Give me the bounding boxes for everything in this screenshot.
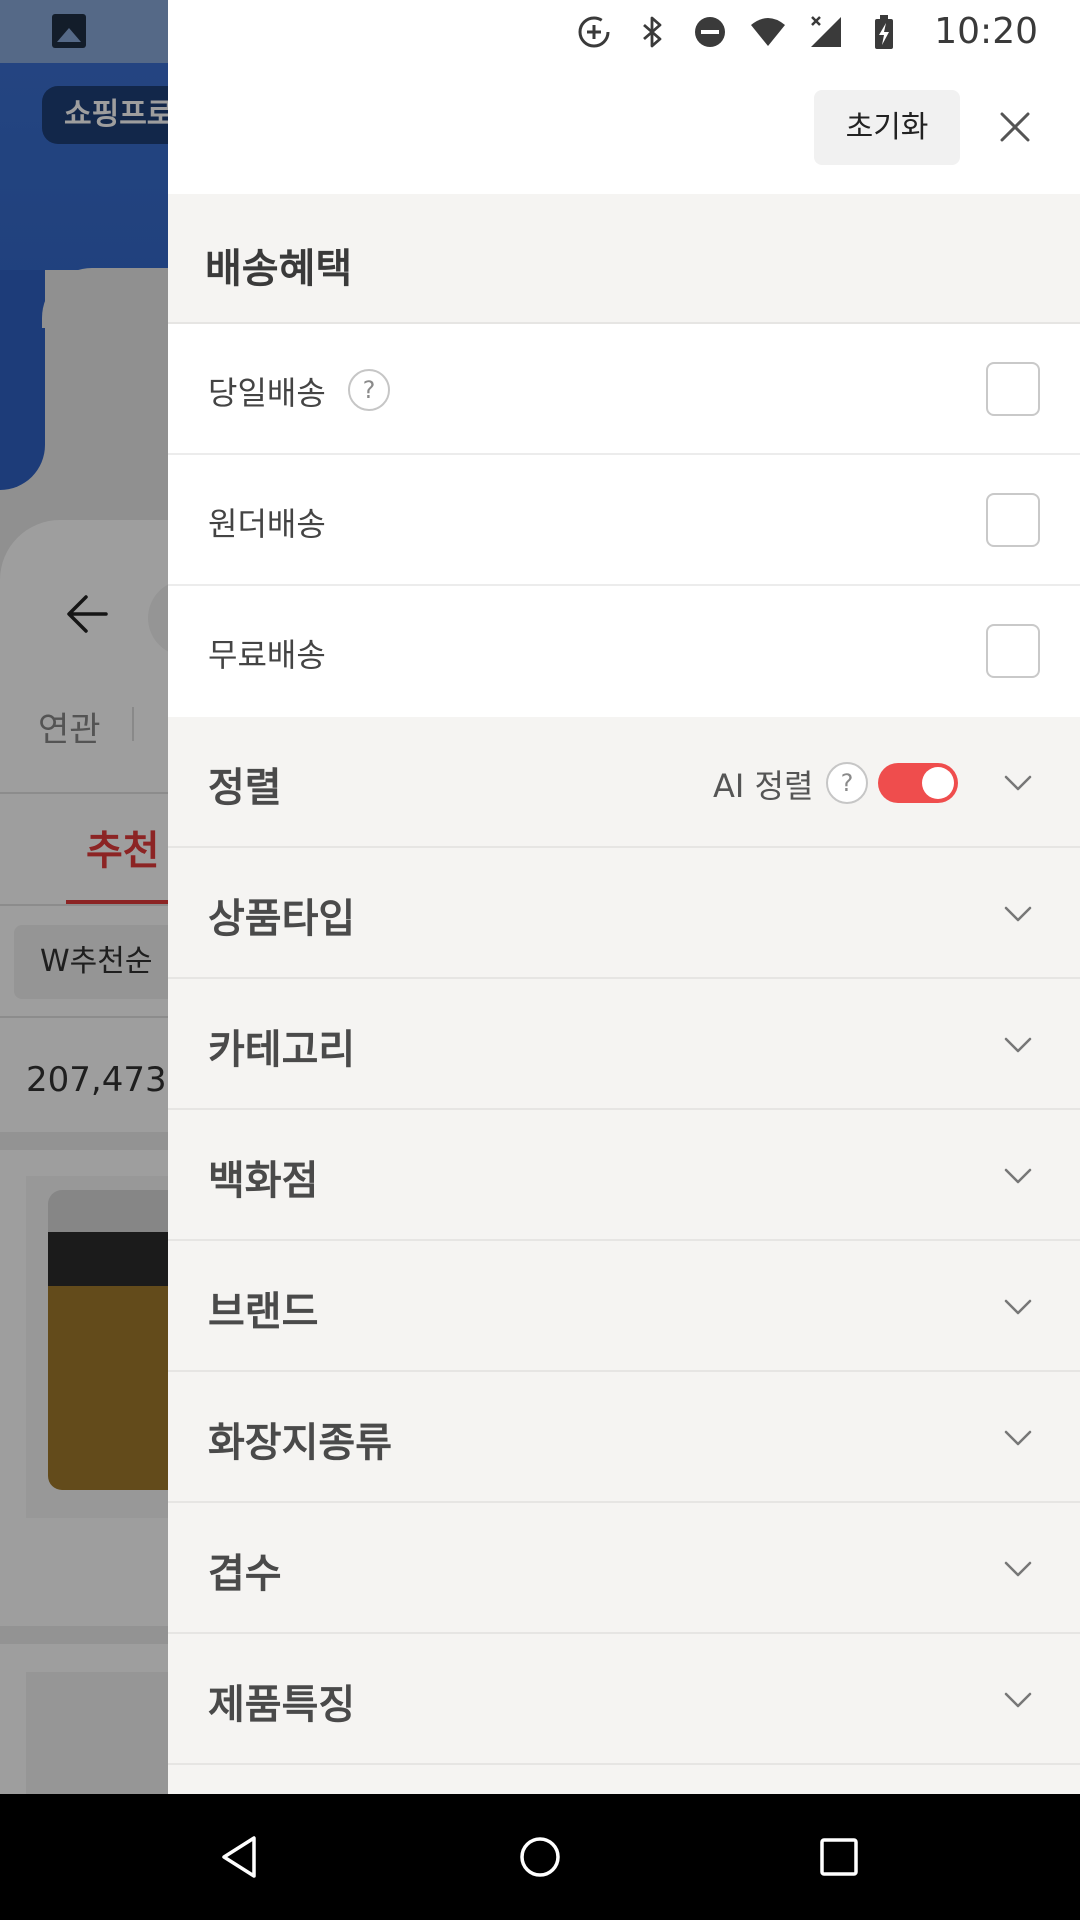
- ai-sort-toggle[interactable]: [878, 763, 958, 803]
- delivery-section-header: 배송혜택: [168, 194, 1080, 324]
- same-day-checkbox[interactable]: [986, 362, 1040, 416]
- filter-option-wonder[interactable]: 원더배송: [168, 455, 1080, 586]
- toggle-knob: [922, 767, 954, 799]
- close-icon-svg: [1000, 112, 1030, 142]
- accordion-title: 제품특징: [208, 1682, 356, 1728]
- battery-charging-icon: [875, 14, 894, 49]
- accordion-title: 상품타입: [208, 896, 356, 942]
- wifi-icon: [751, 17, 786, 46]
- chevron-down-icon[interactable]: [1003, 1160, 1033, 1190]
- accordion-title: 백화점: [208, 1158, 319, 1204]
- do-not-disturb-icon: [695, 16, 726, 47]
- filter-drawer: 초기화 배송혜택 당일배송 ? 원더배송 무료배송 정렬 AI 정렬 ? 상품타…: [168, 0, 1080, 1794]
- chevron-down-icon[interactable]: [1003, 1422, 1033, 1452]
- accordion-department-store[interactable]: 백화점: [168, 1110, 1080, 1241]
- chevron-down-icon[interactable]: [1003, 1029, 1033, 1059]
- delivery-section-title: 배송혜택: [205, 246, 353, 292]
- accordion-sort[interactable]: 정렬 AI 정렬 ?: [168, 717, 1080, 848]
- accordion-product-type[interactable]: 상품타입: [168, 848, 1080, 979]
- accordion-category[interactable]: 카테고리: [168, 979, 1080, 1110]
- status-bar: 10:20: [576, 0, 1080, 63]
- reset-button[interactable]: 초기화: [814, 90, 960, 165]
- data-saver-icon: [578, 16, 610, 47]
- accordion-product-features[interactable]: 제품특징: [168, 1634, 1080, 1765]
- accordion-tissue-type[interactable]: 화장지종류: [168, 1372, 1080, 1503]
- wonder-delivery-checkbox[interactable]: [986, 493, 1040, 547]
- filter-option-label: 당일배송: [208, 374, 326, 412]
- status-time: 10:20: [934, 11, 1038, 52]
- filter-option-label: 무료배송: [208, 636, 326, 674]
- filter-option-label: 원더배송: [208, 505, 326, 543]
- accordion-title: 카테고리: [208, 1027, 356, 1073]
- recents-nav-icon[interactable]: [814, 1832, 864, 1882]
- cellular-no-data-icon: [811, 15, 842, 47]
- help-icon[interactable]: ?: [348, 369, 390, 411]
- back-nav-icon[interactable]: [216, 1832, 266, 1882]
- chevron-down-icon[interactable]: [1003, 1684, 1033, 1714]
- home-nav-icon[interactable]: [515, 1832, 565, 1882]
- ai-sort-label: AI 정렬: [713, 767, 814, 805]
- help-icon[interactable]: ?: [826, 762, 868, 804]
- chevron-down-icon[interactable]: [1003, 767, 1033, 797]
- free-delivery-checkbox[interactable]: [986, 624, 1040, 678]
- chevron-down-icon[interactable]: [1003, 1291, 1033, 1321]
- accordion-brand[interactable]: 브랜드: [168, 1241, 1080, 1372]
- accordion-title: 겹수: [208, 1551, 282, 1597]
- bluetooth-icon: [643, 16, 662, 47]
- accordion-title: 화장지종류: [208, 1420, 392, 1466]
- accordion-title: 브랜드: [208, 1289, 319, 1335]
- close-icon[interactable]: [994, 106, 1036, 148]
- chevron-down-icon[interactable]: [1003, 1553, 1033, 1583]
- filter-option-same-day[interactable]: 당일배송 ?: [168, 324, 1080, 455]
- system-navigation-bar: [0, 1794, 1080, 1920]
- accordion-ply[interactable]: 겹수: [168, 1503, 1080, 1634]
- accordion-title: 정렬: [208, 765, 282, 811]
- chevron-down-icon[interactable]: [1003, 898, 1033, 928]
- filter-option-free[interactable]: 무료배송: [168, 586, 1080, 717]
